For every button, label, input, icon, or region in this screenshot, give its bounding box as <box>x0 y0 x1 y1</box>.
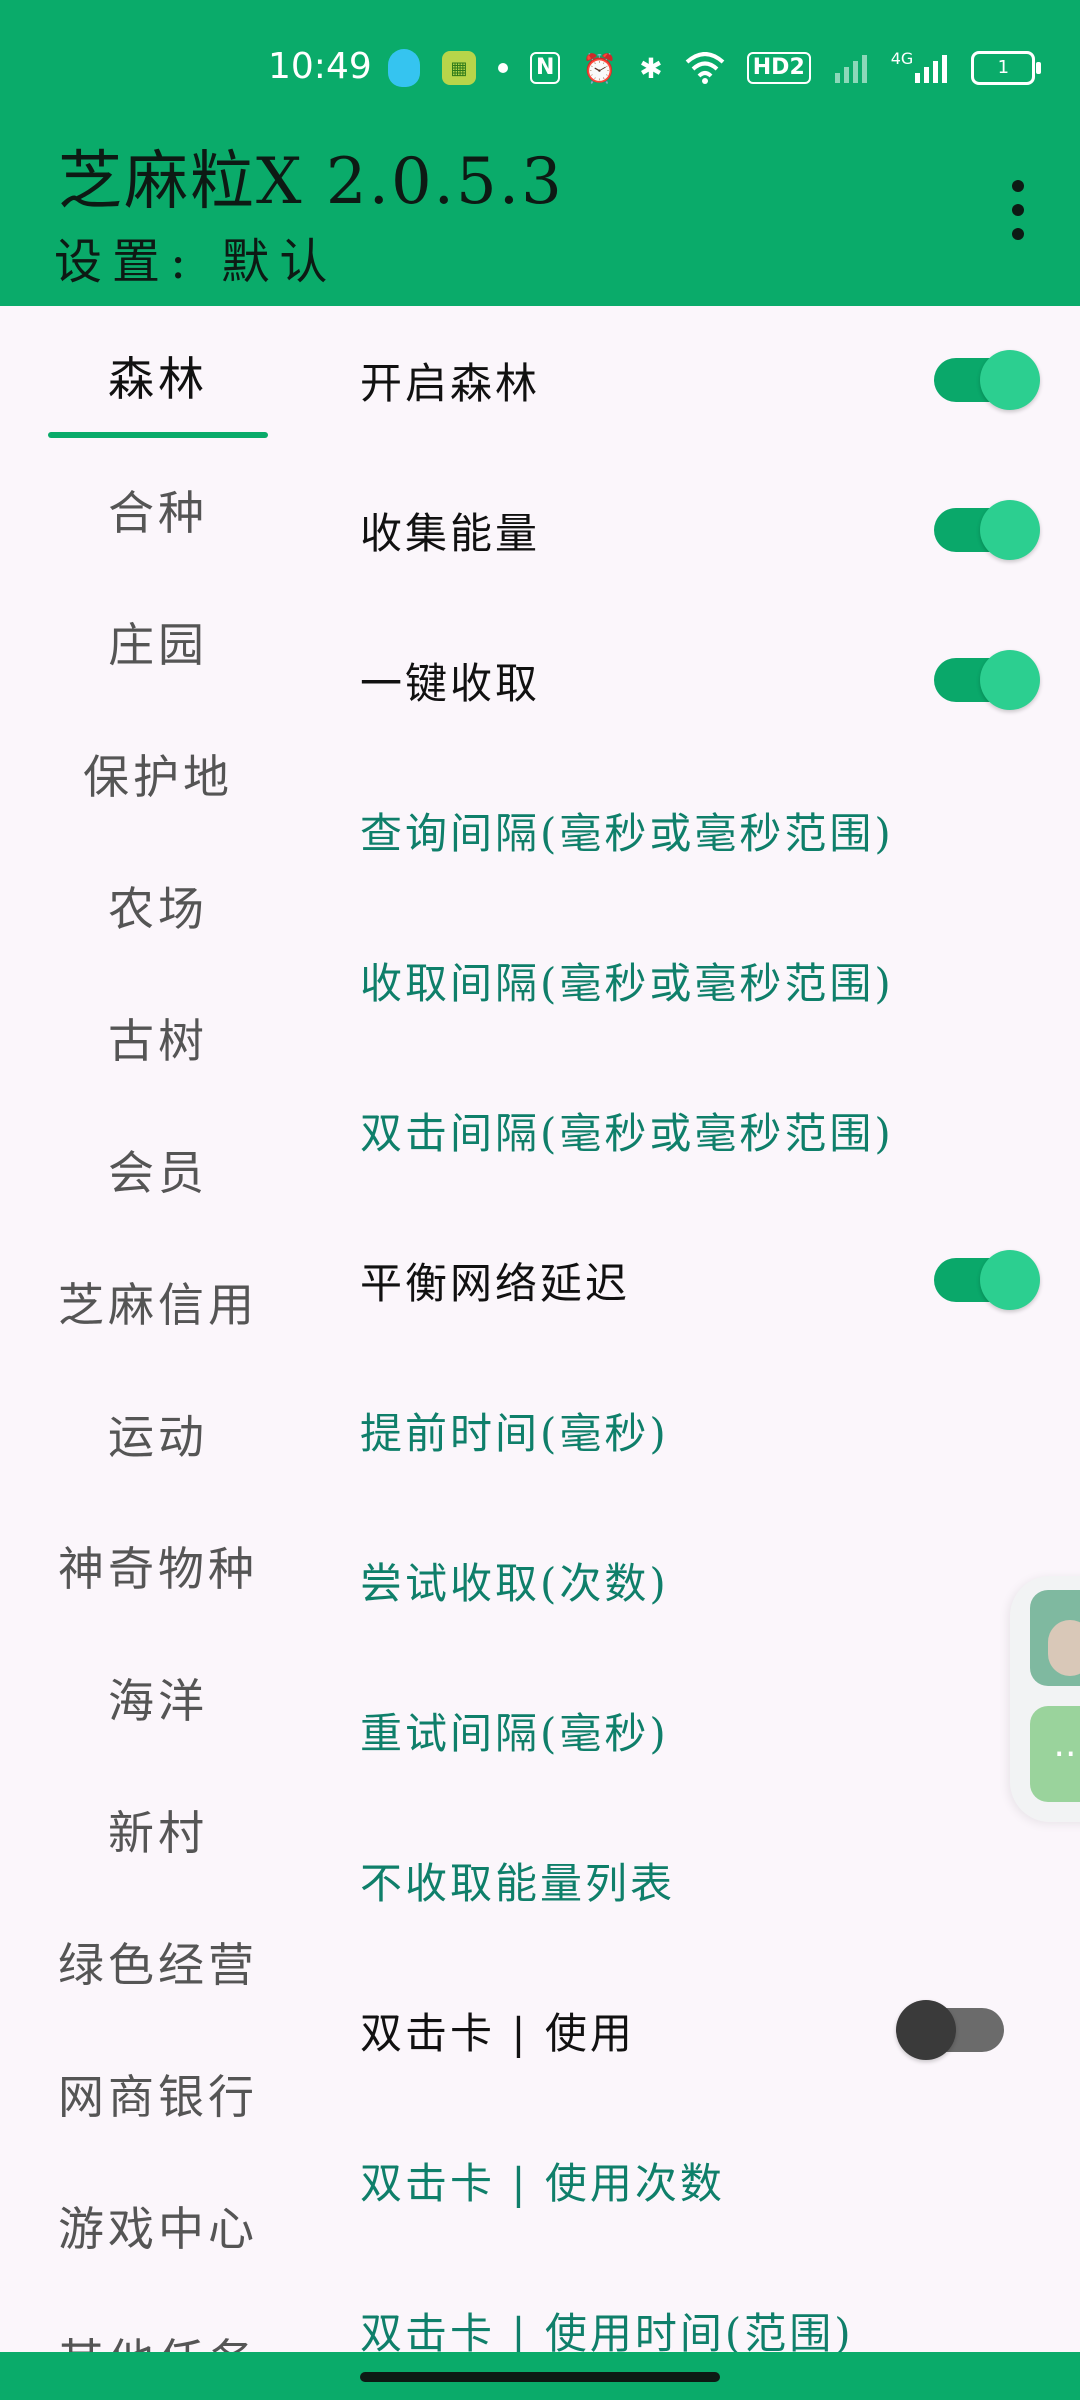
status-icons: ▦ N ⏰ ✱ HD2 4G 1 <box>388 48 1042 88</box>
setting-query-interval[interactable]: 查询间隔(毫秒或毫秒范围) <box>360 770 1080 890</box>
sidebar-item-other-tasks[interactable]: 其他任务 <box>0 2308 316 2352</box>
sidebar-item-label: 会员 <box>108 1146 208 1200</box>
setting-label: 尝试收取(次数) <box>360 1558 669 1608</box>
avatar[interactable] <box>1030 1590 1080 1686</box>
sidebar-item-label: 古树 <box>108 1014 208 1068</box>
network-label: 4G <box>890 48 914 68</box>
sidebar-item-game-center[interactable]: 游戏中心 <box>0 2176 316 2276</box>
sidebar-item-ancient-tree[interactable]: 古树 <box>0 988 316 1088</box>
sidebar-item-label: 合种 <box>108 486 208 540</box>
alarm-icon: ⏰ <box>582 51 618 85</box>
setting-label: 重试间隔(毫秒) <box>360 1708 669 1758</box>
sidebar-item-credit[interactable]: 芝麻信用 <box>0 1252 316 1352</box>
app-icon: ▦ <box>442 51 476 85</box>
chat-icon[interactable]: ·· <box>1030 1706 1080 1802</box>
setting-enable-forest[interactable]: 开启森林 <box>360 320 1080 440</box>
setting-balance-network-delay[interactable]: 平衡网络延迟 <box>360 1220 1080 1340</box>
setting-label: 不收取能量列表 <box>360 1858 676 1908</box>
setting-label: 平衡网络延迟 <box>360 1258 631 1308</box>
sidebar-item-sport[interactable]: 运动 <box>0 1384 316 1484</box>
sidebar-item-manor[interactable]: 庄园 <box>0 592 316 692</box>
setting-try-collect-count[interactable]: 尝试收取(次数) <box>360 1520 1080 1640</box>
sidebar-item-label: 游戏中心 <box>58 2202 258 2256</box>
bluetooth-icon: ✱ <box>639 51 663 85</box>
sidebar-item-label: 运动 <box>108 1410 208 1464</box>
setting-label: 双击卡 | 使用次数 <box>360 2158 725 2208</box>
sidebar-item-reserve[interactable]: 保护地 <box>0 724 316 824</box>
toggle-knob <box>980 500 1040 560</box>
setting-label: 查询间隔(毫秒或毫秒范围) <box>360 808 894 858</box>
status-time: 10:49 <box>268 46 372 87</box>
toggle-knob <box>980 650 1040 710</box>
setting-label: 收集能量 <box>360 508 541 558</box>
toggle-switch[interactable] <box>934 500 1040 560</box>
wifi-icon <box>685 52 725 84</box>
nfc-icon: N <box>530 52 561 84</box>
sidebar-item-label: 农场 <box>108 882 208 936</box>
qq-icon <box>388 49 420 87</box>
toggle-switch[interactable] <box>934 350 1040 410</box>
toggle-switch[interactable] <box>896 2000 1004 2060</box>
sidebar-item-village[interactable]: 新村 <box>0 1780 316 1880</box>
sidebar-item-label: 芝麻信用 <box>58 1278 258 1332</box>
floating-assistant[interactable]: ·· <box>1010 1576 1080 1822</box>
setting-label: 开启森林 <box>360 358 541 408</box>
setting-collect-interval[interactable]: 收取间隔(毫秒或毫秒范围) <box>360 920 1080 1040</box>
sidebar-item-farm[interactable]: 农场 <box>0 856 316 956</box>
sidebar-item-label: 其他任务 <box>58 2325 258 2352</box>
sidebar-item-label: 海洋 <box>108 1674 208 1728</box>
sidebar-item-label: 森林 <box>108 352 208 406</box>
sidebar-item-mybank[interactable]: 网商银行 <box>0 2044 316 2144</box>
sidebar-item-cooperate[interactable]: 合种 <box>0 460 316 560</box>
status-bar: 10:49 ▦ N ⏰ ✱ HD2 4G 1 <box>0 0 1080 140</box>
settings-list: 开启森林 收集能量 一键收取 查询间隔(毫秒或毫秒范围) 收取间隔(毫秒或毫秒范… <box>360 306 1080 2352</box>
active-tab-indicator <box>48 432 268 438</box>
toggle-switch[interactable] <box>934 1250 1040 1310</box>
setting-label: 双击卡 | 使用 <box>360 2008 635 2058</box>
setting-label: 提前时间(毫秒) <box>360 1408 669 1458</box>
battery-icon: 1 <box>971 51 1042 85</box>
sidebar-item-green-business[interactable]: 绿色经营 <box>0 1912 316 2012</box>
setting-label: 双击卡 | 使用时间(范围) <box>360 2308 854 2353</box>
sidebar-item-forest[interactable]: 森林 <box>0 326 316 426</box>
sidebar-item-label: 绿色经营 <box>58 1938 258 1992</box>
sidebar-item-label: 保护地 <box>83 750 233 804</box>
setting-double-card-count[interactable]: 双击卡 | 使用次数 <box>360 2120 1080 2240</box>
hd-icon: HD2 <box>746 52 811 84</box>
setting-label: 一键收取 <box>360 658 541 708</box>
dot-icon <box>498 63 508 73</box>
sidebar-item-species[interactable]: 神奇物种 <box>0 1516 316 1616</box>
app-title: 芝麻粒X 2.0.5.3 <box>58 145 564 219</box>
sidebar-item-member[interactable]: 会员 <box>0 1120 316 1220</box>
config-subtitle: 设置: 默认 <box>54 234 338 290</box>
toggle-knob <box>980 350 1040 410</box>
signal-icon <box>833 53 869 83</box>
setting-label: 收取间隔(毫秒或毫秒范围) <box>360 958 894 1008</box>
sidebar-item-label: 网商银行 <box>58 2070 258 2124</box>
setting-double-card-time[interactable]: 双击卡 | 使用时间(范围) <box>360 2270 1080 2353</box>
setting-one-key-collect[interactable]: 一键收取 <box>360 620 1080 740</box>
signal-4g-icon: 4G <box>891 49 950 83</box>
setting-dont-collect-list[interactable]: 不收取能量列表 <box>360 1820 1080 1940</box>
sidebar: 森林 合种 庄园 保护地 农场 古树 会员 芝麻信用 运动 神奇物种 海洋 新村… <box>0 306 316 2352</box>
more-vert-icon[interactable] <box>1006 180 1030 240</box>
setting-double-card-use[interactable]: 双击卡 | 使用 <box>360 1970 1080 2090</box>
toggle-switch[interactable] <box>934 650 1040 710</box>
toggle-knob <box>980 1250 1040 1310</box>
sidebar-item-label: 新村 <box>108 1806 208 1860</box>
setting-retry-interval[interactable]: 重试间隔(毫秒) <box>360 1670 1080 1790</box>
sidebar-item-label: 庄园 <box>108 618 208 672</box>
home-indicator[interactable] <box>360 2372 720 2382</box>
setting-advance-time[interactable]: 提前时间(毫秒) <box>360 1370 1080 1490</box>
sidebar-item-label: 神奇物种 <box>58 1542 258 1596</box>
setting-collect-energy[interactable]: 收集能量 <box>360 470 1080 590</box>
app-header: 10:49 ▦ N ⏰ ✱ HD2 4G 1 芝麻粒X 2.0.5.3 设置: … <box>0 0 1080 306</box>
setting-label: 双击间隔(毫秒或毫秒范围) <box>360 1108 894 1158</box>
setting-double-click-interval[interactable]: 双击间隔(毫秒或毫秒范围) <box>360 1070 1080 1190</box>
toggle-knob <box>896 2000 956 2060</box>
sidebar-item-ocean[interactable]: 海洋 <box>0 1648 316 1748</box>
